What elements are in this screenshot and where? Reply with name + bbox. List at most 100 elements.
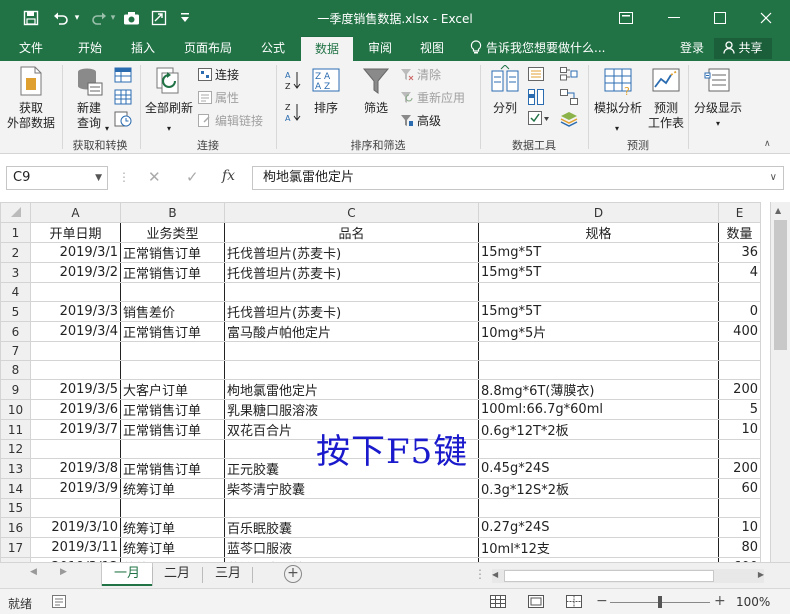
- cell-b[interactable]: [120, 498, 225, 518]
- cell-e[interactable]: 60: [718, 478, 761, 499]
- cell-a[interactable]: 2019/3/7: [30, 419, 121, 440]
- cell-c[interactable]: 柴芩清宁胶囊: [224, 478, 479, 499]
- formula-input[interactable]: 枸地氯雷他定片 ∨: [252, 166, 784, 190]
- cell-e[interactable]: 36: [718, 242, 761, 263]
- maximize-icon[interactable]: [700, 4, 740, 32]
- cell-c[interactable]: 品名: [224, 222, 479, 243]
- column-header-e[interactable]: E: [718, 202, 761, 223]
- cell-e[interactable]: [718, 439, 761, 459]
- relationships-icon[interactable]: [560, 89, 578, 108]
- cell-c[interactable]: [224, 360, 479, 380]
- scroll-tabs-right-icon[interactable]: ▶: [60, 567, 67, 577]
- sheet-tab-mar[interactable]: 三月: [206, 563, 250, 586]
- cell-e[interactable]: 10: [718, 419, 761, 440]
- tab-insert[interactable]: 插入: [118, 36, 168, 61]
- cell-d[interactable]: 0.45g*24S: [478, 458, 719, 479]
- zoom-slider-thumb[interactable]: [658, 596, 662, 608]
- cell-e[interactable]: 200: [718, 379, 761, 400]
- text-to-columns-button[interactable]: 分列: [484, 65, 526, 135]
- cell-d[interactable]: [478, 341, 719, 361]
- cell-a[interactable]: 2019/3/4: [30, 321, 121, 342]
- page-layout-view-icon[interactable]: [528, 595, 544, 611]
- cell-b[interactable]: 正常销售订单: [120, 262, 225, 283]
- cell-d[interactable]: [478, 439, 719, 459]
- cell-e[interactable]: [718, 282, 761, 302]
- cell-d[interactable]: 15mg*5T: [478, 301, 719, 322]
- vertical-scroll-thumb[interactable]: [774, 220, 787, 350]
- row-header[interactable]: 17: [0, 537, 31, 558]
- cell-a[interactable]: [30, 341, 121, 361]
- cell-c[interactable]: 枸地氯雷他定片: [224, 379, 479, 400]
- macro-record-icon[interactable]: [52, 595, 66, 611]
- cell-e[interactable]: 400: [718, 321, 761, 342]
- name-box[interactable]: C9 ▼: [6, 166, 108, 190]
- expand-formula-bar-icon[interactable]: ∨: [770, 167, 777, 189]
- scroll-tabs-left-icon[interactable]: ◀: [30, 567, 37, 577]
- cell-b[interactable]: 大客户订单: [120, 379, 225, 400]
- data-model-icon[interactable]: [560, 111, 578, 130]
- cell-e[interactable]: 200: [718, 458, 761, 479]
- new-query-dropdown-icon[interactable]: ▾: [102, 121, 112, 136]
- row-header[interactable]: 10: [0, 399, 31, 420]
- tab-page-layout[interactable]: 页面布局: [172, 36, 244, 61]
- cell-e[interactable]: [718, 341, 761, 361]
- horizontal-scroll-thumb[interactable]: [504, 570, 714, 582]
- select-all-corner[interactable]: [0, 202, 31, 223]
- insert-function-icon[interactable]: fx: [222, 168, 235, 184]
- cell-d[interactable]: 0.6g*12T*2板: [478, 419, 719, 440]
- cell-a[interactable]: [30, 282, 121, 302]
- cell-b[interactable]: [120, 282, 225, 302]
- from-table-icon[interactable]: [114, 89, 132, 108]
- cell-a[interactable]: 2019/3/3: [30, 301, 121, 322]
- cell-d[interactable]: 10mg*5片: [478, 321, 719, 342]
- share-button[interactable]: 共享: [714, 38, 772, 59]
- formula-bar-handle-icon[interactable]: ⋮: [118, 170, 130, 184]
- get-external-data-button[interactable]: 获取 外部数据: [4, 65, 58, 135]
- cell-b[interactable]: [120, 360, 225, 380]
- row-header[interactable]: 6: [0, 321, 31, 342]
- row-header[interactable]: 7: [0, 341, 31, 361]
- sort-button[interactable]: Z AA Z 排序: [306, 65, 346, 135]
- outline-button[interactable]: 分级显示 ▾: [690, 65, 746, 135]
- cell-d[interactable]: [478, 498, 719, 518]
- cell-b[interactable]: 统筹订单: [120, 537, 225, 558]
- recent-sources-icon[interactable]: [114, 111, 132, 130]
- cell-c[interactable]: 托伐普坦片(苏麦卡): [224, 301, 479, 322]
- cell-d[interactable]: 0.3g*12S*2板: [478, 478, 719, 499]
- zoom-level[interactable]: 100%: [736, 595, 770, 609]
- column-header-d[interactable]: D: [478, 202, 719, 223]
- data-validation-icon[interactable]: [528, 111, 550, 130]
- cell-b[interactable]: 统筹订单: [120, 517, 225, 538]
- sort-ascending-icon[interactable]: AZ: [284, 69, 302, 94]
- cell-a[interactable]: 2019/3/6: [30, 399, 121, 420]
- cell-e[interactable]: 4: [718, 262, 761, 283]
- cell-c[interactable]: [224, 498, 479, 518]
- row-header[interactable]: 11: [0, 419, 31, 440]
- cell-b[interactable]: 正常销售订单: [120, 242, 225, 263]
- cell-d[interactable]: 规格: [478, 222, 719, 243]
- cell-b[interactable]: 正常销售订单: [120, 419, 225, 440]
- cell-d[interactable]: 0.27g*24S: [478, 517, 719, 538]
- horizontal-scrollbar[interactable]: ◀ ▶: [492, 569, 764, 583]
- cell-a[interactable]: 2019/3/5: [30, 379, 121, 400]
- cell-a[interactable]: [30, 439, 121, 459]
- row-header[interactable]: 4: [0, 282, 31, 302]
- cell-b[interactable]: 业务类型: [120, 222, 225, 243]
- row-header[interactable]: 5: [0, 301, 31, 322]
- cell-e[interactable]: 5: [718, 399, 761, 420]
- cell-d[interactable]: [478, 360, 719, 380]
- cell-a[interactable]: 2019/3/8: [30, 458, 121, 479]
- cell-b[interactable]: [120, 341, 225, 361]
- row-header[interactable]: 14: [0, 478, 31, 499]
- column-header-a[interactable]: A: [30, 202, 121, 223]
- minimize-icon[interactable]: [654, 4, 694, 32]
- reapply-button[interactable]: 重新应用: [400, 89, 465, 107]
- cell-c[interactable]: 蓝芩口服液: [224, 537, 479, 558]
- cell-e[interactable]: 0: [718, 301, 761, 322]
- consolidate-icon[interactable]: [560, 67, 578, 84]
- cell-d[interactable]: [478, 282, 719, 302]
- ribbon-display-options-icon[interactable]: [606, 4, 646, 32]
- cell-c[interactable]: 百乐眠胶囊: [224, 517, 479, 538]
- tell-me-box[interactable]: 告诉我您想要做什么...: [470, 36, 605, 61]
- zoom-out-icon[interactable]: −: [596, 593, 608, 609]
